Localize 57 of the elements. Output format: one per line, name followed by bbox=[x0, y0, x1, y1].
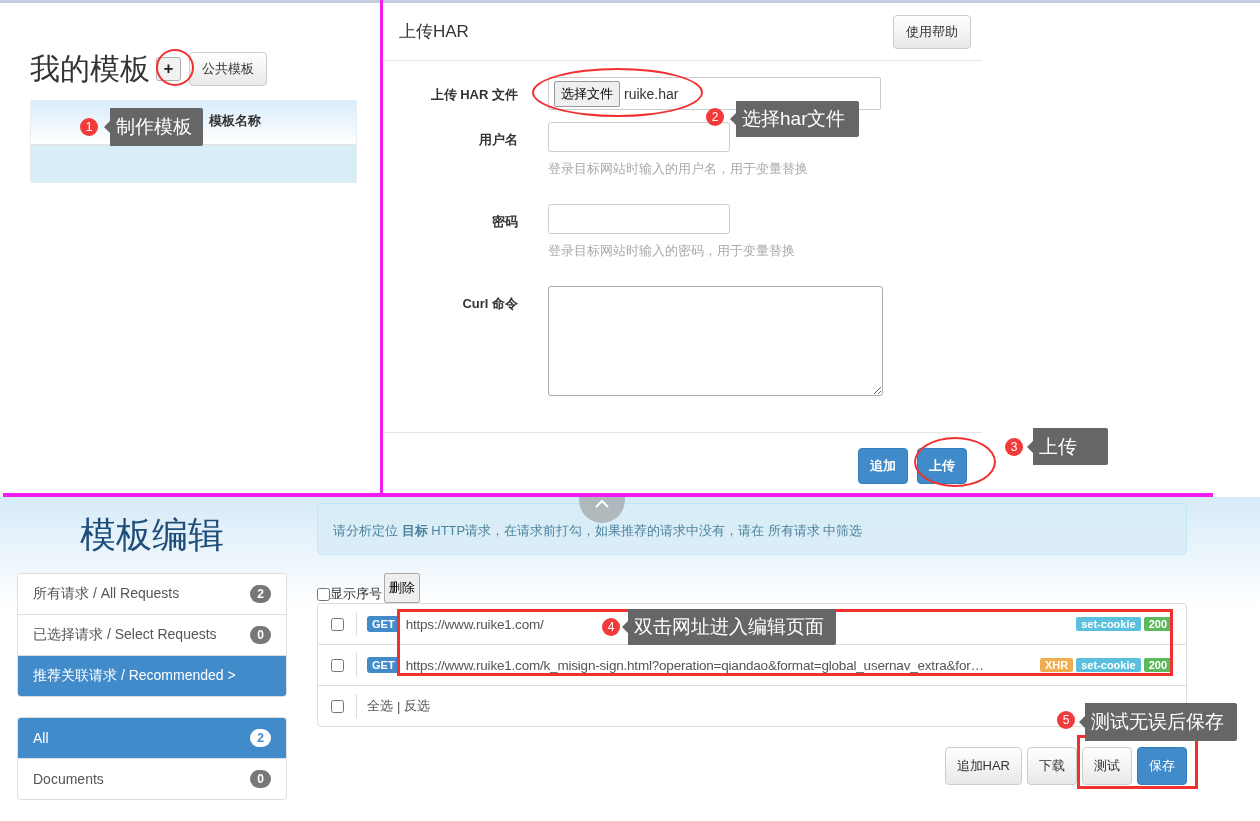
input-field[interactable] bbox=[548, 122, 730, 152]
callout-tooltip: 选择har文件 bbox=[730, 101, 859, 137]
help-button[interactable]: 使用帮助 bbox=[893, 14, 971, 49]
count-badge: 0 bbox=[250, 626, 271, 644]
file-input-field[interactable]: 选择文件 ruike.har bbox=[548, 77, 881, 110]
checkbox[interactable] bbox=[317, 587, 330, 601]
select-all-link[interactable]: 全选 bbox=[367, 697, 393, 715]
tag: XHR bbox=[1040, 658, 1074, 672]
dialog-title: 上传HAR bbox=[399, 21, 469, 43]
checkbox[interactable] bbox=[331, 699, 344, 713]
tag: 200 bbox=[1143, 617, 1172, 631]
count-badge: 0 bbox=[250, 770, 271, 788]
callout-tooltip: 上传 bbox=[1027, 428, 1108, 465]
help-text: 登录目标网站时输入的密码，用于变量替换 bbox=[548, 242, 795, 260]
action-button[interactable]: 保存 bbox=[1137, 747, 1187, 785]
column-header: 模板名称 bbox=[209, 112, 261, 130]
callout-tooltip: 测试无误后保存 bbox=[1079, 703, 1237, 741]
separator: | bbox=[397, 698, 401, 714]
help-text: 登录目标网站时输入的用户名，用于变量替换 bbox=[548, 160, 808, 178]
tag: 200 bbox=[1143, 658, 1172, 672]
field-label: 用户名 bbox=[478, 131, 518, 149]
count-badge: 2 bbox=[250, 585, 271, 603]
field-label: 密码 bbox=[491, 213, 518, 231]
info-notice: 请分析定位 目标 HTTP请求，在请求前打勾，如果推荐的请求中没有，请在 所有请求 中筛选 bbox=[317, 503, 1187, 555]
tag: set-cookie bbox=[1076, 658, 1141, 672]
nav-item[interactable]: Documents 0 bbox=[18, 758, 286, 799]
dialog-button[interactable]: 追加 bbox=[858, 448, 908, 484]
field-label: Curl 命令 bbox=[461, 295, 518, 313]
method-badge: GET bbox=[367, 616, 400, 632]
callout-tooltip: 制作模板 bbox=[104, 108, 203, 146]
request-url[interactable]: https://www.ruike1.com/k_misign-sign.html?operation=qiandao&format=global_usernav_extra&for… bbox=[405, 657, 984, 673]
nav-item[interactable]: All 2 bbox=[18, 718, 286, 758]
nav-item[interactable]: 推荐关联请求 / Recommended > bbox=[18, 655, 286, 696]
input-field[interactable] bbox=[548, 204, 730, 234]
page-heading: 模板编辑 bbox=[79, 513, 225, 557]
count-badge: 2 bbox=[250, 729, 271, 747]
checkbox-label: 显示序号 bbox=[330, 585, 382, 603]
highlight-ellipse bbox=[156, 49, 194, 86]
action-button[interactable]: 追加HAR bbox=[944, 747, 1022, 785]
action-button[interactable]: 测试 bbox=[1082, 747, 1132, 785]
invert-selection-link[interactable]: 反选 bbox=[404, 697, 431, 715]
callout-tooltip: 双击网址进入编辑页面 bbox=[622, 609, 836, 645]
dialog-button[interactable]: 上传 bbox=[917, 448, 967, 484]
action-button[interactable]: 下载 bbox=[1027, 747, 1077, 785]
public-templates-button[interactable]: 公共模板 bbox=[189, 52, 267, 86]
field-label: 上传 HAR 文件 bbox=[429, 86, 518, 104]
checkbox[interactable] bbox=[331, 658, 344, 672]
checkbox[interactable] bbox=[331, 617, 344, 631]
page-heading: 我的模板 bbox=[30, 50, 150, 87]
step-badge: 3 bbox=[1005, 438, 1023, 456]
nav-item[interactable]: 所有请求 / All Requests 2 bbox=[18, 574, 286, 614]
add-button[interactable]: + bbox=[156, 57, 181, 81]
request-url[interactable]: https://www.ruike1.com/ bbox=[405, 616, 544, 632]
delete-button[interactable]: 删除 bbox=[384, 573, 420, 603]
method-badge: GET bbox=[367, 657, 400, 673]
tag: set-cookie bbox=[1076, 617, 1141, 631]
text-area[interactable] bbox=[548, 286, 883, 396]
